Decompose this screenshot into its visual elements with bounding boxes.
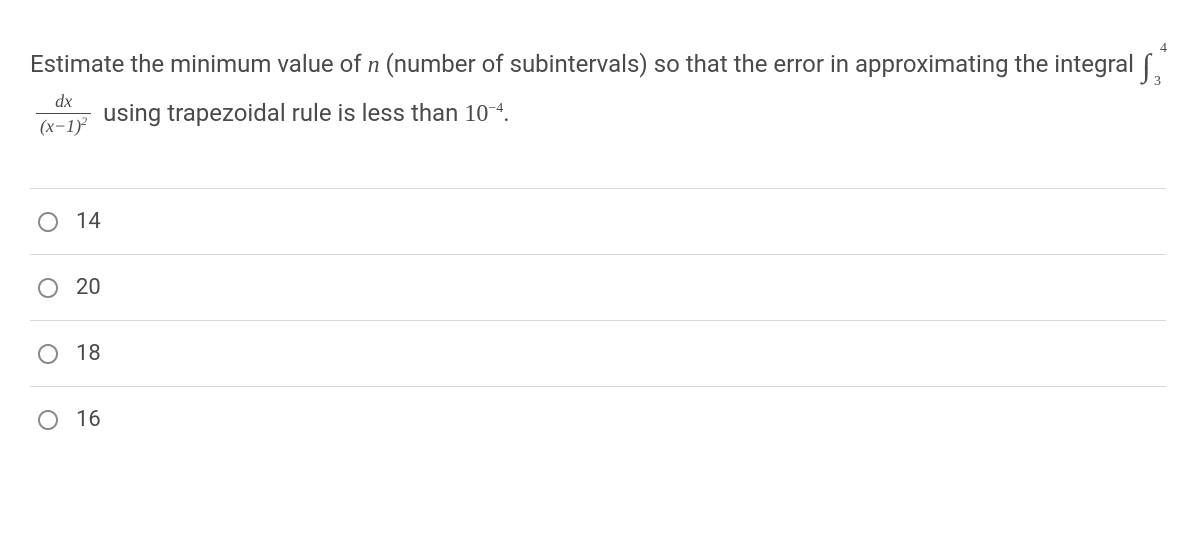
- integral-lower: 3: [1154, 71, 1161, 93]
- option-row[interactable]: 14: [30, 188, 1166, 254]
- radio-icon: [38, 278, 58, 298]
- question-text-end: .: [503, 99, 509, 127]
- variable-n: n: [368, 52, 380, 78]
- options-list: 14 20 18 16: [30, 188, 1166, 452]
- option-label: 16: [76, 407, 101, 432]
- question-text-mid2: using trapezoidal rule is less than: [97, 99, 464, 127]
- option-row[interactable]: 18: [30, 320, 1166, 386]
- integral-sign: ∫: [1142, 40, 1151, 91]
- option-label: 14: [76, 209, 101, 234]
- ten-power: 10−4: [464, 101, 503, 127]
- option-row[interactable]: 16: [30, 386, 1166, 452]
- integral: ∫43: [1142, 40, 1151, 91]
- question-text-mid1: (number of subintervals) so that the err…: [380, 50, 1140, 78]
- radio-icon: [38, 212, 58, 232]
- option-row[interactable]: 20: [30, 254, 1166, 320]
- option-label: 18: [76, 341, 101, 366]
- radio-icon: [38, 410, 58, 430]
- fraction: dx(x−1)2: [36, 91, 91, 138]
- integral-upper: 4: [1160, 38, 1167, 60]
- fraction-numerator: dx: [36, 91, 91, 114]
- fraction-denominator: (x−1)2: [36, 114, 91, 138]
- radio-icon: [38, 344, 58, 364]
- question-text-before: Estimate the minimum value of: [30, 50, 368, 78]
- option-label: 20: [76, 275, 101, 300]
- question-text: Estimate the minimum value of n (number …: [30, 40, 1166, 138]
